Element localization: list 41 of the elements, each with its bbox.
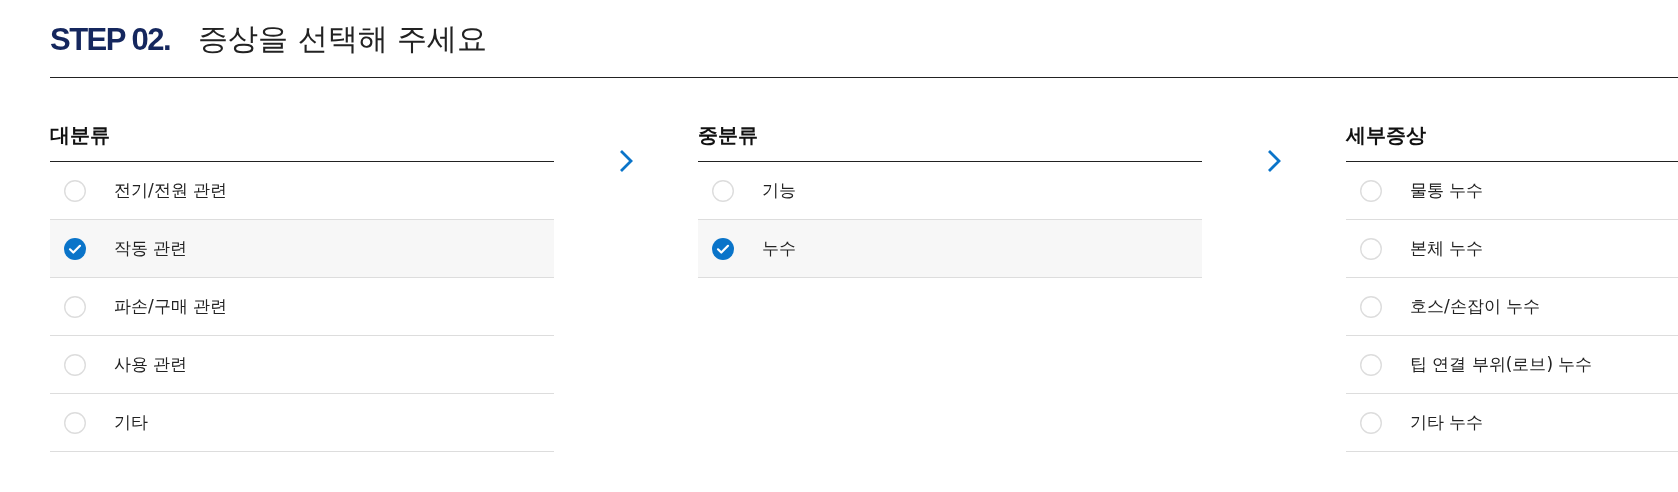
radio-button[interactable] bbox=[64, 179, 86, 202]
radio-button[interactable] bbox=[1360, 179, 1382, 202]
option-item[interactable]: 물통 누수 bbox=[1346, 162, 1678, 220]
option-label: 기타 누수 bbox=[1410, 411, 1484, 434]
chevron-right-icon bbox=[618, 148, 634, 174]
column-heading: 중분류 bbox=[698, 122, 758, 149]
option-label: 기타 bbox=[114, 411, 148, 434]
option-item[interactable]: 호스/손잡이 누수 bbox=[1346, 278, 1678, 336]
radio-button[interactable] bbox=[1360, 411, 1382, 434]
option-label: 작동 관련 bbox=[114, 237, 188, 260]
column-heading: 대분류 bbox=[50, 122, 110, 149]
option-label: 호스/손잡이 누수 bbox=[1410, 295, 1541, 318]
step-title: 증상을 선택해 주세요 bbox=[198, 20, 488, 58]
option-label: 사용 관련 bbox=[114, 353, 188, 376]
radio-button[interactable] bbox=[64, 411, 86, 434]
option-item[interactable]: 본체 누수 bbox=[1346, 220, 1678, 278]
option-label: 파손/구매 관련 bbox=[114, 295, 228, 318]
radio-button[interactable] bbox=[64, 237, 86, 260]
radio-button[interactable] bbox=[64, 353, 86, 376]
radio-button[interactable] bbox=[1360, 295, 1382, 318]
option-label: 팁 연결 부위(로브) 누수 bbox=[1410, 353, 1593, 376]
option-label: 기능 bbox=[762, 179, 796, 202]
option-label: 물통 누수 bbox=[1410, 179, 1484, 202]
radio-button[interactable] bbox=[1360, 353, 1382, 376]
radio-button[interactable] bbox=[712, 237, 734, 260]
option-label: 본체 누수 bbox=[1410, 237, 1484, 260]
radio-button[interactable] bbox=[712, 179, 734, 202]
option-item[interactable]: 기타 누수 bbox=[1346, 394, 1678, 452]
option-label: 전기/전원 관련 bbox=[114, 179, 228, 202]
option-item[interactable]: 파손/구매 관련 bbox=[50, 278, 554, 336]
column-heading: 세부증상 bbox=[1346, 122, 1426, 149]
option-item[interactable]: 기타 bbox=[50, 394, 554, 452]
option-item[interactable]: 사용 관련 bbox=[50, 336, 554, 394]
step-number: STEP 02. bbox=[50, 21, 171, 58]
option-item[interactable]: 팁 연결 부위(로브) 누수 bbox=[1346, 336, 1678, 394]
option-item[interactable]: 작동 관련 bbox=[50, 220, 554, 278]
option-item[interactable]: 누수 bbox=[698, 220, 1202, 278]
radio-button[interactable] bbox=[64, 295, 86, 318]
radio-button[interactable] bbox=[1360, 237, 1382, 260]
option-label: 누수 bbox=[762, 237, 796, 260]
chevron-right-icon bbox=[1266, 148, 1282, 174]
